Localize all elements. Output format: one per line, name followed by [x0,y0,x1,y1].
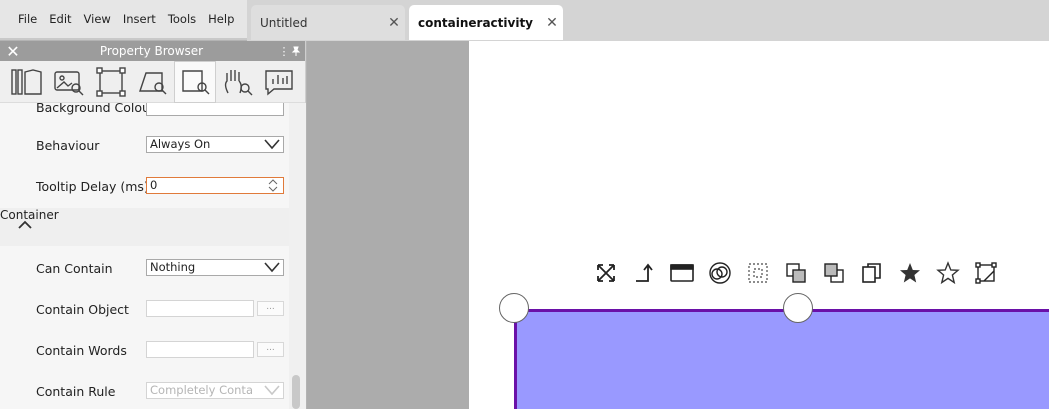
tab-label: Untitled [260,15,308,30]
layer-front-icon[interactable] [817,256,851,290]
section-container-header[interactable]: Container [0,208,289,246]
hand-search-icon[interactable] [216,61,258,103]
contain-rule-select[interactable]: Completely Conta [146,382,284,399]
select-value: Completely Conta [150,383,253,397]
menu-bar: File Edit View Insert Tools Help [0,0,247,40]
menu-tools[interactable]: Tools [162,1,202,37]
pin-icon[interactable] [291,46,305,56]
connect-arrow-icon[interactable] [627,256,661,290]
close-icon[interactable]: ✕ [383,15,405,31]
object-search-icon[interactable] [174,60,216,103]
library-icon[interactable] [6,61,48,103]
tooltip-delay-spinbox[interactable]: 0 [146,177,284,194]
panel-toolbar [0,60,305,103]
property-browser-panel: ✕ Property Browser ⋮ Background Colour B… [0,41,306,409]
edit-shape-icon[interactable] [969,256,1003,290]
star-outline-icon[interactable] [931,256,965,290]
background-colour-field[interactable] [146,103,284,116]
resize-handle[interactable] [783,293,813,323]
chevron-up-icon[interactable] [18,220,32,230]
canvas-margin [307,41,469,409]
menu-edit[interactable]: Edit [43,1,77,37]
select-value: Always On [150,137,211,151]
container-object[interactable] [514,309,1049,409]
fit-expand-icon[interactable] [589,256,623,290]
menu-view[interactable]: View [78,1,117,37]
image-search-icon[interactable] [48,61,90,103]
property-label: Tooltip Delay (ms) [36,179,149,194]
contain-words-field[interactable] [146,341,254,358]
property-row-tooltip-delay: Tooltip Delay (ms) 0 [0,165,289,206]
close-icon[interactable]: ✕ [0,42,26,61]
tab-strip: Untitled ✕ containeractivity ✕ [247,0,1049,41]
chevron-down-icon [264,138,280,150]
shape-search-icon[interactable] [132,61,174,103]
panel-title: Property Browser [99,44,204,58]
property-row-contain-rule: Contain Rule Completely Conta [0,369,289,409]
panel-scrollbar[interactable] [289,103,306,409]
property-row-contain-words: Contain Words ... [0,328,289,369]
panel-menu-icon[interactable]: ⋮ [277,45,291,58]
menu-help[interactable]: Help [202,1,240,37]
chevron-down-icon [264,384,280,396]
property-list: Background Colour Behaviour Always On To… [0,103,289,409]
layer-back-icon[interactable] [779,256,813,290]
property-label: Behaviour [36,138,100,153]
copy-pages-icon[interactable] [855,256,889,290]
window-icon[interactable] [665,256,699,290]
select-value: Nothing [150,260,196,274]
menu-insert[interactable]: Insert [117,1,162,37]
chevron-down-icon [264,261,280,273]
property-row-background-colour: Background Colour [0,103,289,124]
frame-icon[interactable] [90,61,132,103]
property-label: Contain Rule [36,384,116,399]
browse-button[interactable]: ... [257,342,284,357]
property-row-behaviour: Behaviour Always On [0,124,289,165]
contain-object-field[interactable] [146,300,254,317]
panel-title-bar: ✕ Property Browser ⋮ [0,41,305,61]
spinbox-value: 0 [150,178,158,192]
property-label: Background Colour [36,103,156,115]
property-label: Contain Object [36,302,129,317]
menu-file[interactable]: File [12,1,43,37]
can-contain-select[interactable]: Nothing [146,259,284,276]
tab-containeractivity[interactable]: containeractivity ✕ [409,5,563,40]
property-label: Can Contain [36,261,113,276]
tab-label: containeractivity [418,15,534,30]
star-filled-icon[interactable] [893,256,927,290]
property-label: Contain Words [36,343,127,358]
scrollbar-thumb[interactable] [292,375,300,409]
overlap-circles-icon[interactable] [703,256,737,290]
focus-frame-icon[interactable] [741,256,775,290]
spinner-arrows-icon[interactable] [266,178,280,193]
close-icon[interactable]: ✕ [541,15,563,31]
browse-button[interactable]: ... [257,301,284,316]
chart-comment-icon[interactable] [258,61,300,103]
property-row-can-contain: Can Contain Nothing [0,246,289,287]
property-row-contain-object: Contain Object ... [0,287,289,328]
behaviour-select[interactable]: Always On [146,136,284,153]
tab-untitled[interactable]: Untitled ✕ [251,5,405,40]
resize-handle[interactable] [499,293,529,323]
object-toolbar [589,256,1003,290]
